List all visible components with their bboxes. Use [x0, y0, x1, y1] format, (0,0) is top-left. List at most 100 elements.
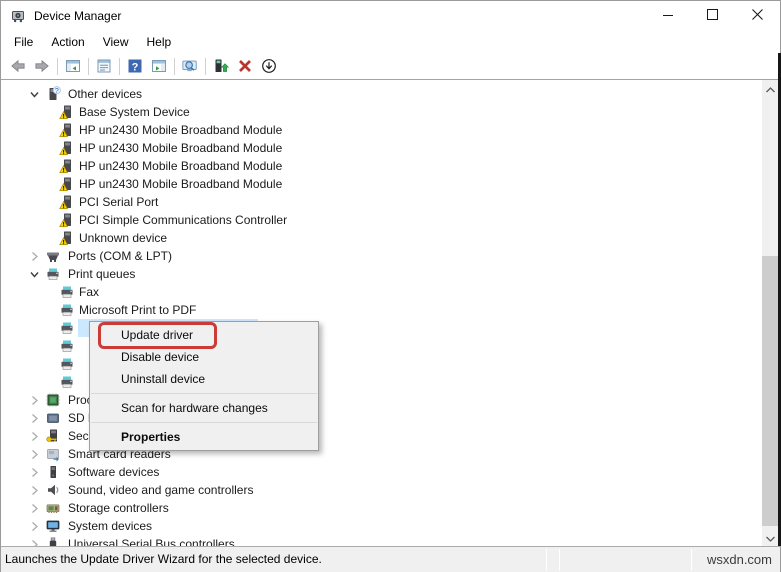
back-arrow-button[interactable] [6, 55, 30, 78]
tree-item-ports-com-lpt[interactable]: Ports (COM & LPT) [2, 247, 779, 265]
tree-item-base-system-device[interactable]: Base System Device [2, 103, 779, 121]
chevron-collapsed-icon[interactable] [29, 503, 40, 514]
context-menu-item-scan-for-hardware-changes[interactable]: Scan for hardware changes [90, 397, 318, 419]
toolbar-separator [57, 57, 58, 75]
context-menu-item-disable-device[interactable]: Disable device [90, 346, 318, 368]
ports-icon [45, 248, 61, 264]
tree-item-system-devices[interactable]: System devices [2, 517, 779, 535]
tree-item-label: Base System Device [79, 105, 190, 119]
properties-button[interactable] [92, 55, 116, 78]
console-tree-button[interactable] [61, 55, 85, 78]
tree-item-label: HP un2430 Mobile Broadband Module [79, 159, 283, 173]
tree-item-other-devices[interactable]: ? Other devices [2, 85, 779, 103]
menu-file[interactable]: File [5, 32, 42, 52]
help-icon: ? [127, 58, 143, 74]
tree-item-print-queues[interactable]: Print queues [2, 265, 779, 283]
tree-item-label: Print queues [68, 267, 136, 281]
chevron-collapsed-icon[interactable] [29, 521, 40, 532]
chevron-collapsed-icon[interactable] [29, 413, 40, 424]
chevron-collapsed-icon[interactable] [29, 395, 40, 406]
chevron-expanded-icon[interactable] [29, 89, 40, 100]
vertical-scrollbar[interactable] [762, 80, 779, 546]
disable-device-button[interactable] [257, 55, 281, 78]
context-menu-item-properties[interactable]: Properties [90, 426, 318, 448]
chevron-collapsed-icon[interactable] [29, 251, 40, 262]
scroll-up-button[interactable] [762, 80, 779, 97]
toolbar-separator [174, 57, 175, 75]
tree-item-hp-un2430-mobile-broadband-module[interactable]: HP un2430 Mobile Broadband Module [2, 121, 779, 139]
tree-item-label: Other devices [68, 87, 143, 101]
context-menu-item-uninstall-device[interactable]: Uninstall device [90, 368, 318, 390]
forward-arrow-icon [34, 58, 50, 74]
tree-item-software-devices[interactable]: Software devices [2, 463, 779, 481]
tree-item-label: Unknown device [79, 231, 168, 245]
menu-help[interactable]: Help [138, 32, 181, 52]
menu-view[interactable]: View [94, 32, 138, 52]
maximize-button[interactable] [690, 1, 735, 31]
tree-rows: ? Other devices Base System Device HP un243… [2, 85, 779, 546]
toolbar-separator [88, 57, 89, 75]
uninstall-device-icon [237, 58, 253, 74]
menu-action[interactable]: Action [42, 32, 93, 52]
chevron-collapsed-icon[interactable] [29, 539, 40, 546]
window-controls [645, 1, 780, 31]
device-tree: ? Other devices Base System Device HP un243… [2, 80, 779, 546]
toolbar: ? [1, 53, 780, 80]
chevron-collapsed-icon[interactable] [29, 467, 40, 478]
scan-hardware-button[interactable] [178, 55, 202, 78]
menu-bar: File Action View Help [1, 31, 780, 53]
tree-item-label: Fax [79, 285, 100, 299]
tree-item-universal-serial-bus-controllers[interactable]: Universal Serial Bus controllers [2, 535, 779, 546]
watermark: wsxdn.com [706, 552, 772, 567]
status-message: Launches the Update Driver Wizard for th… [5, 552, 322, 566]
chevron-collapsed-icon[interactable] [29, 485, 40, 496]
storage-icon [45, 500, 61, 516]
tree-item-hp-un2430-mobile-broadband-module[interactable]: HP un2430 Mobile Broadband Module [2, 175, 779, 193]
scroll-up-icon [766, 80, 775, 98]
uninstall-device-button[interactable] [233, 55, 257, 78]
tree-item-hp-un2430-mobile-broadband-module[interactable]: HP un2430 Mobile Broadband Module [2, 139, 779, 157]
chevron-collapsed-icon[interactable] [29, 449, 40, 460]
close-button[interactable] [735, 1, 780, 31]
disable-device-icon [261, 58, 277, 74]
warning-device-icon [59, 140, 75, 156]
forward-arrow-button[interactable] [30, 55, 54, 78]
tree-item-label: Storage controllers [68, 501, 169, 515]
action-pane-icon [151, 58, 167, 74]
smart-card-icon [45, 446, 61, 462]
tree-item-label: Software devices [68, 465, 160, 479]
chevron-expanded-icon[interactable] [29, 269, 40, 280]
tree-item-label: PCI Serial Port [79, 195, 159, 209]
context-menu-separator [91, 393, 317, 394]
minimize-button[interactable] [645, 1, 690, 31]
printer-icon [45, 266, 61, 282]
properties-icon [96, 58, 112, 74]
tree-item-pci-serial-port[interactable]: PCI Serial Port [2, 193, 779, 211]
context-menu-item-update-driver[interactable]: Update driver [90, 324, 318, 346]
toolbar-separator [205, 57, 206, 75]
update-driver-button[interactable] [209, 55, 233, 78]
processor-icon [45, 392, 61, 408]
tree-item-microsoft-print-to-pdf[interactable]: Microsoft Print to PDF [2, 301, 779, 319]
tree-item-label: HP un2430 Mobile Broadband Module [79, 141, 283, 155]
status-divider [559, 549, 560, 571]
tree-item-pci-simple-communications-controller[interactable]: PCI Simple Communications Controller [2, 211, 779, 229]
console-tree-icon [65, 58, 81, 74]
scrollbar-thumb[interactable] [762, 256, 779, 526]
usb-icon [45, 536, 61, 546]
system-icon [45, 518, 61, 534]
warning-device-icon [59, 122, 75, 138]
context-menu-separator [91, 422, 317, 423]
tree-item-fax[interactable]: Fax [2, 283, 779, 301]
scroll-down-button[interactable] [762, 529, 779, 546]
status-divider [691, 549, 692, 571]
warning-device-icon [59, 230, 75, 246]
action-pane-button[interactable] [147, 55, 171, 78]
help-button[interactable]: ? [123, 55, 147, 78]
sound-icon [45, 482, 61, 498]
tree-item-hp-un2430-mobile-broadband-module[interactable]: HP un2430 Mobile Broadband Module [2, 157, 779, 175]
tree-item-sound-video-and-game-controllers[interactable]: Sound, video and game controllers [2, 481, 779, 499]
tree-item-storage-controllers[interactable]: Storage controllers [2, 499, 779, 517]
chevron-collapsed-icon[interactable] [29, 431, 40, 442]
tree-item-unknown-device[interactable]: Unknown device [2, 229, 779, 247]
